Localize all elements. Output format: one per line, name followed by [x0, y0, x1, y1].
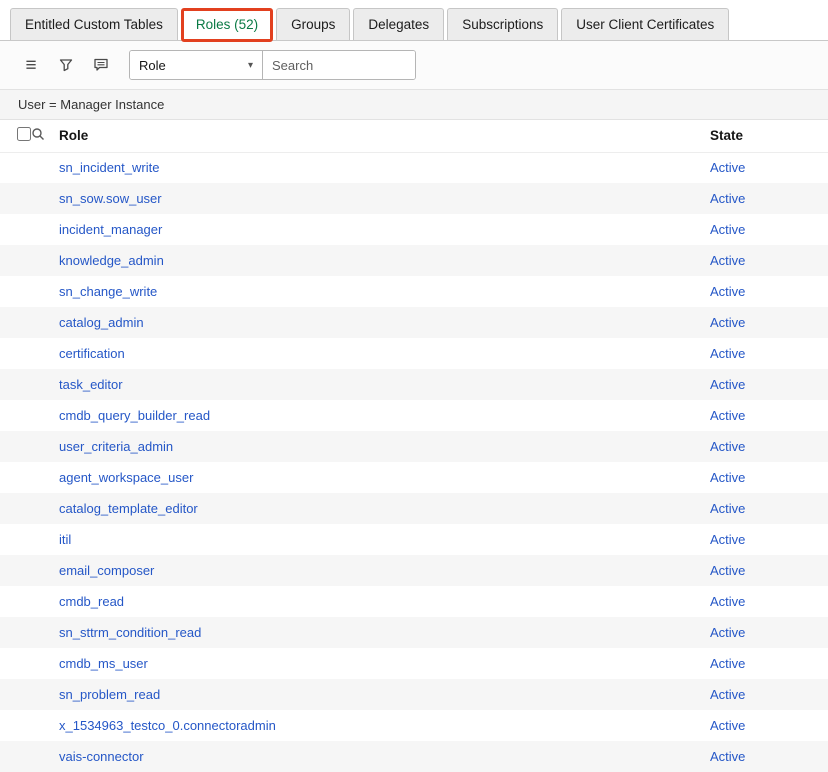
search-column-value: Role — [139, 58, 166, 73]
role-link[interactable]: sn_sow.sow_user — [59, 191, 162, 206]
table-body: sn_incident_write Active sn_sow.sow_user… — [0, 152, 828, 772]
search-input[interactable] — [263, 51, 415, 79]
role-link[interactable]: catalog_template_editor — [59, 501, 198, 516]
menu-icon: ≡ — [25, 56, 36, 75]
role-link[interactable]: itil — [59, 532, 71, 547]
list-controls-menu-icon[interactable]: ≡ — [18, 52, 44, 78]
state-link[interactable]: Active — [710, 408, 745, 423]
role-link[interactable]: email_composer — [59, 563, 154, 578]
tab-label: Delegates — [368, 17, 429, 32]
state-link[interactable]: Active — [710, 284, 745, 299]
search-column-select[interactable]: Role ▾ — [130, 51, 263, 79]
state-link[interactable]: Active — [710, 439, 745, 454]
state-link[interactable]: Active — [710, 346, 745, 361]
state-link[interactable]: Active — [710, 253, 745, 268]
state-link[interactable]: Active — [710, 191, 745, 206]
tab-bar: Entitled Custom Tables Roles (52) Groups… — [0, 0, 828, 41]
funnel-icon — [58, 57, 74, 73]
state-link[interactable]: Active — [710, 656, 745, 671]
table-row: cmdb_ms_user Active — [0, 648, 828, 679]
chevron-down-icon: ▾ — [248, 60, 253, 71]
state-link[interactable]: Active — [710, 160, 745, 175]
filter-icon[interactable] — [53, 52, 79, 78]
state-link[interactable]: Active — [710, 315, 745, 330]
table-row: x_1534963_testco_0.connectoradmin Active — [0, 710, 828, 741]
state-link[interactable]: Active — [710, 625, 745, 640]
tab-label: Groups — [291, 17, 335, 32]
select-all-checkbox[interactable] — [17, 127, 31, 141]
tab[interactable]: Roles (52) — [181, 8, 273, 42]
role-link[interactable]: user_criteria_admin — [59, 439, 173, 454]
search-rows-icon[interactable] — [31, 127, 45, 141]
state-link[interactable]: Active — [710, 749, 745, 764]
speech-bubble-icon — [93, 57, 109, 73]
table-row: sn_problem_read Active — [0, 679, 828, 710]
table-row: incident_manager Active — [0, 214, 828, 245]
roles-table: Role State sn_incident_write Active sn_s… — [0, 120, 828, 772]
state-link[interactable]: Active — [710, 563, 745, 578]
role-link[interactable]: knowledge_admin — [59, 253, 164, 268]
table-row: sn_sow.sow_user Active — [0, 183, 828, 214]
role-link[interactable]: incident_manager — [59, 222, 162, 237]
tab[interactable]: Groups — [276, 8, 350, 40]
tab[interactable]: Entitled Custom Tables — [10, 8, 178, 40]
role-link[interactable]: cmdb_ms_user — [59, 656, 148, 671]
table-row: sn_sttrm_condition_read Active — [0, 617, 828, 648]
role-link[interactable]: sn_incident_write — [59, 160, 159, 175]
table-header-row: Role State — [0, 120, 828, 152]
tab-label: User Client Certificates — [576, 17, 714, 32]
breadcrumb-filter[interactable]: User = Manager Instance — [18, 97, 164, 112]
tab-label: Entitled Custom Tables — [25, 17, 163, 32]
breadcrumb-row: User = Manager Instance — [0, 90, 828, 120]
state-link[interactable]: Active — [710, 222, 745, 237]
state-link[interactable]: Active — [710, 718, 745, 733]
tab-label: Roles (52) — [196, 17, 258, 32]
table-row: vais-connector Active — [0, 741, 828, 772]
table-row: email_composer Active — [0, 555, 828, 586]
tab[interactable]: Delegates — [353, 8, 444, 40]
tab[interactable]: Subscriptions — [447, 8, 558, 40]
list-toolbar: ≡ Role ▾ — [0, 41, 828, 90]
table-row: catalog_template_editor Active — [0, 493, 828, 524]
table-row: user_criteria_admin Active — [0, 431, 828, 462]
table-row: sn_change_write Active — [0, 276, 828, 307]
role-link[interactable]: sn_problem_read — [59, 687, 160, 702]
role-link[interactable]: cmdb_read — [59, 594, 124, 609]
role-link[interactable]: agent_workspace_user — [59, 470, 193, 485]
chat-icon[interactable] — [88, 52, 114, 78]
tab-label: Subscriptions — [462, 17, 543, 32]
role-link[interactable]: sn_change_write — [59, 284, 157, 299]
table-row: catalog_admin Active — [0, 307, 828, 338]
state-link[interactable]: Active — [710, 532, 745, 547]
role-link[interactable]: cmdb_query_builder_read — [59, 408, 210, 423]
state-link[interactable]: Active — [710, 470, 745, 485]
search-combo: Role ▾ — [129, 50, 416, 80]
table-row: knowledge_admin Active — [0, 245, 828, 276]
table-row: agent_workspace_user Active — [0, 462, 828, 493]
table-row: cmdb_read Active — [0, 586, 828, 617]
tab[interactable]: User Client Certificates — [561, 8, 729, 40]
role-link[interactable]: x_1534963_testco_0.connectoradmin — [59, 718, 276, 733]
role-link[interactable]: sn_sttrm_condition_read — [59, 625, 201, 640]
table-row: cmdb_query_builder_read Active — [0, 400, 828, 431]
role-link[interactable]: certification — [59, 346, 125, 361]
state-link[interactable]: Active — [710, 594, 745, 609]
table-row: sn_incident_write Active — [0, 152, 828, 183]
state-link[interactable]: Active — [710, 501, 745, 516]
role-link[interactable]: vais-connector — [59, 749, 144, 764]
table-row: task_editor Active — [0, 369, 828, 400]
role-link[interactable]: catalog_admin — [59, 315, 144, 330]
state-link[interactable]: Active — [710, 687, 745, 702]
table-row: itil Active — [0, 524, 828, 555]
table-row: certification Active — [0, 338, 828, 369]
state-link[interactable]: Active — [710, 377, 745, 392]
column-header-state[interactable]: State — [710, 120, 828, 152]
role-link[interactable]: task_editor — [59, 377, 123, 392]
column-header-role[interactable]: Role — [59, 120, 710, 152]
